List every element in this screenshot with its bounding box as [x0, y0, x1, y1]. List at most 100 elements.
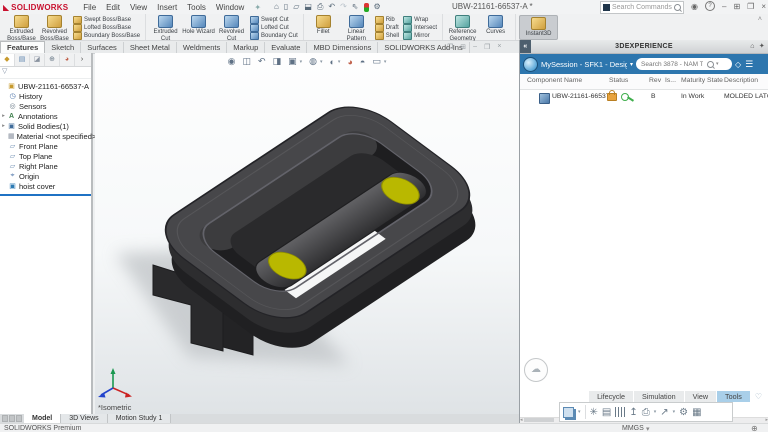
doc-close-icon[interactable]: ×: [497, 43, 501, 51]
tab-sheet-metal[interactable]: Sheet Metal: [124, 42, 177, 53]
cloud-assistant-button[interactable]: ☁: [524, 358, 548, 382]
reference-geometry-button[interactable]: Reference Geometry: [446, 15, 479, 42]
chevron-down-icon[interactable]: ▾: [673, 409, 676, 415]
scroll-left-icon[interactable]: ◂: [520, 417, 523, 423]
expander-icon[interactable]: ▸: [0, 123, 7, 129]
tree-item-history[interactable]: ◷ History: [0, 91, 91, 101]
intersect-button[interactable]: Intersect: [403, 24, 437, 32]
redo-button[interactable]: ↷: [340, 2, 347, 12]
panel-pin-icon[interactable]: ✦: [759, 40, 765, 53]
menu-pin-icon[interactable]: ✦: [249, 3, 266, 12]
col-status[interactable]: Status: [609, 77, 628, 84]
panel-search-input[interactable]: [639, 60, 705, 69]
save-button[interactable]: ⬓: [304, 2, 312, 12]
rebuild-button[interactable]: [364, 3, 369, 12]
search-scope-chevron-icon[interactable]: ▾: [716, 61, 719, 67]
tab-mbd-dimensions[interactable]: MBD Dimensions: [307, 42, 378, 53]
menu-insert[interactable]: Insert: [152, 3, 182, 12]
session-chevron-icon[interactable]: ▾: [630, 61, 633, 68]
tree-item-material[interactable]: ▦ Material <not specified>: [0, 131, 91, 141]
col-maturity-state[interactable]: Maturity State: [681, 77, 723, 84]
tab-evaluate[interactable]: Evaluate: [265, 42, 307, 53]
menu-tools[interactable]: Tools: [182, 3, 211, 12]
revolved-cut-button[interactable]: Revolved Cut: [215, 15, 248, 42]
tabs-overflow-icon[interactable]: ›: [75, 54, 89, 66]
tree-item-front-plane[interactable]: ▱ Front Plane: [0, 141, 91, 151]
lofted-cut-button[interactable]: Lofted Cut: [250, 24, 298, 32]
open-button[interactable]: ▱: [293, 2, 299, 12]
doc-restore2-icon[interactable]: ❐: [484, 43, 490, 51]
restore-button[interactable]: ❐: [747, 2, 754, 11]
col-rev[interactable]: Rev: [649, 77, 661, 84]
tab-model[interactable]: Model: [24, 414, 61, 423]
extruded-cut-button[interactable]: Extruded Cut: [149, 15, 182, 42]
units-chevron-icon[interactable]: ▾: [646, 425, 650, 432]
dimxpertmanager-tab[interactable]: ⊕: [45, 54, 60, 66]
component-row[interactable]: UBW-21161-66537... B In Work MOLDED LATC…: [520, 90, 768, 106]
doc-minimize-icon[interactable]: –: [473, 43, 477, 51]
hole-wizard-button[interactable]: Hole Wizard: [182, 15, 215, 36]
tree-filter[interactable]: ▽: [0, 67, 91, 79]
panel-home-icon[interactable]: ⌂: [750, 40, 755, 53]
tree-split-bar[interactable]: [0, 194, 91, 196]
displaymanager-tab[interactable]: ◕: [60, 54, 75, 66]
tab-surfaces[interactable]: Surfaces: [81, 42, 124, 53]
chevron-down-icon[interactable]: ▾: [578, 409, 581, 415]
layout-button[interactable]: ⊞: [733, 2, 740, 11]
boundary-boss-base-button[interactable]: Boundary Boss/Base: [73, 32, 140, 40]
menu-window[interactable]: Window: [211, 3, 249, 12]
tree-item-hoist-cover[interactable]: ▣ hoist cover: [0, 181, 91, 191]
featuremanager-tab[interactable]: ◆: [0, 54, 15, 66]
close-button[interactable]: ×: [761, 2, 766, 11]
tree-item-sensors[interactable]: ◎ Sensors: [0, 101, 91, 111]
menu-view[interactable]: View: [125, 3, 152, 12]
3dcompass-icon[interactable]: [523, 57, 538, 72]
model-3d-boot-cover[interactable]: [95, 53, 519, 414]
barcode-icon[interactable]: [615, 407, 625, 417]
menu-file[interactable]: File: [78, 3, 101, 12]
col-component-name[interactable]: Component Name: [527, 77, 582, 84]
tab-features[interactable]: Features: [0, 41, 45, 53]
chevron-down-icon[interactable]: ▾: [654, 409, 657, 415]
units-selector[interactable]: MMGS: [622, 425, 644, 432]
tree-item-annotations[interactable]: ▸ A Annotations: [0, 111, 91, 121]
extruded-boss-base-button[interactable]: Extruded Boss/Base: [5, 15, 38, 42]
tree-item-top-plane[interactable]: ▱ Top Plane: [0, 151, 91, 161]
undo-button[interactable]: ↶: [328, 2, 335, 12]
doc-restore-icon[interactable]: ❐: [447, 43, 453, 51]
help-icon[interactable]: ?: [705, 1, 715, 11]
options-button[interactable]: ⚙: [374, 2, 381, 12]
configurationmanager-tab[interactable]: ◪: [30, 54, 45, 66]
shell-button[interactable]: Shell: [375, 32, 399, 40]
panel-menu-icon[interactable]: ☰: [745, 59, 753, 70]
curves-button[interactable]: Curves: [479, 15, 512, 36]
new-document-button[interactable]: ▯: [284, 2, 288, 12]
tab-lifecycle[interactable]: Lifecycle: [589, 391, 633, 402]
session-selector[interactable]: MySession - SFK1 - Design Va...: [541, 60, 627, 69]
panel-search-box[interactable]: ▾: [636, 58, 732, 70]
tab-motion-study[interactable]: Motion Study 1: [108, 414, 172, 423]
tab-weldments[interactable]: Weldments: [177, 42, 227, 53]
table-settings-icon[interactable]: ▦: [692, 407, 701, 418]
home-button[interactable]: ⌂: [274, 2, 279, 12]
tree-item-right-plane[interactable]: ▱ Right Plane: [0, 161, 91, 171]
rib-button[interactable]: Rib: [375, 16, 399, 24]
tab-view[interactable]: View: [685, 391, 716, 402]
graphics-area[interactable]: ◉ ◫ ↶ ◨ ▣▾ ◍▾ ◐▾ ◕ ◓ ▭▾: [95, 53, 519, 414]
revolved-boss-base-button[interactable]: Revolved Boss/Base: [38, 15, 71, 42]
propertymanager-tab[interactable]: ▤: [15, 54, 30, 66]
wrap-button[interactable]: Wrap: [403, 16, 437, 24]
mirror-button[interactable]: Mirror: [403, 32, 437, 40]
share-icon[interactable]: ✳: [590, 407, 598, 418]
panel-collapse-button[interactable]: «: [520, 40, 531, 53]
tab-3d-views[interactable]: 3D Views: [61, 414, 107, 423]
linear-pattern-button[interactable]: Linear Pattern: [340, 15, 373, 42]
tab-simulation[interactable]: Simulation: [634, 391, 684, 402]
favorites-heart-icon[interactable]: ♡: [755, 392, 762, 401]
settings-gear-icon[interactable]: ⚙: [679, 407, 688, 418]
boundary-cut-button[interactable]: Boundary Cut: [250, 32, 298, 40]
document-icon[interactable]: ▤: [602, 407, 611, 418]
swept-boss-base-button[interactable]: Swept Boss/Base: [73, 16, 140, 24]
minimize-button[interactable]: –: [722, 2, 726, 11]
web-status-icon[interactable]: ⊕: [751, 424, 758, 432]
